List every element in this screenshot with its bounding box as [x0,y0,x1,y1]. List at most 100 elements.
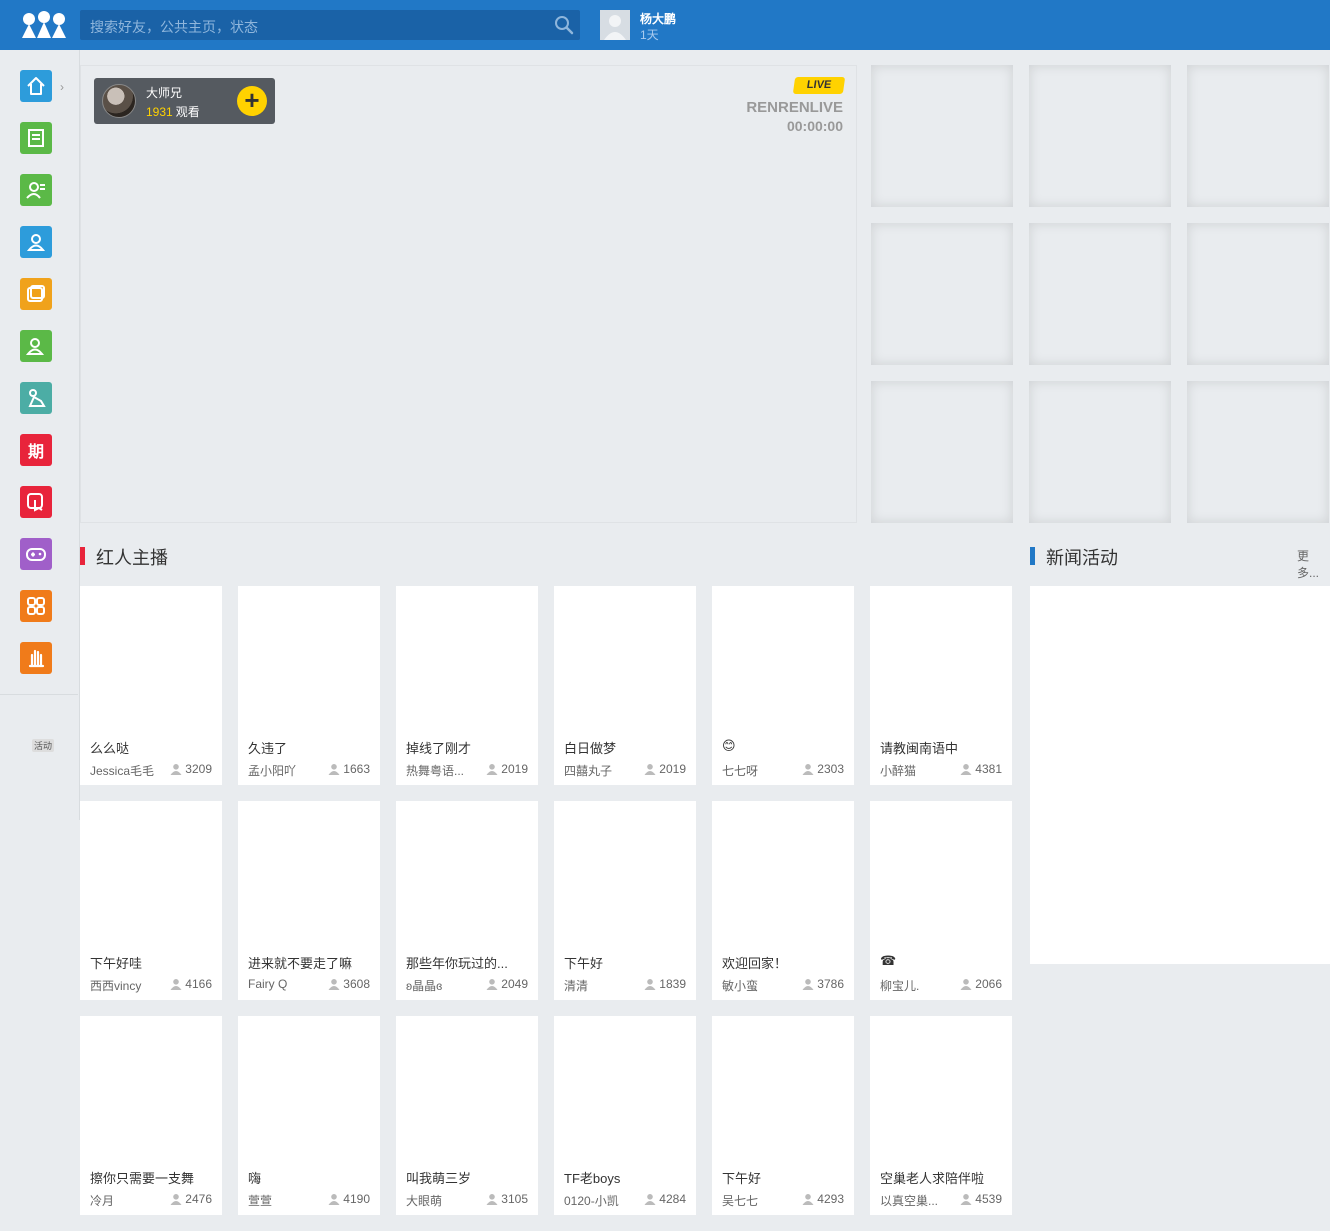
stream-thumbnail[interactable] [871,381,1013,523]
host-name: 大师兄 [146,86,183,100]
card-anchor-name[interactable]: 吴七七 [722,1192,792,1209]
sidebar-item-gamepad[interactable] [20,538,52,570]
anchor-card[interactable]: 下午好 清清 1839 [554,801,696,1000]
viewer-count-value: 4190 [343,1192,370,1206]
user-name[interactable]: 杨大鹏 [640,10,676,27]
sidebar-item-hand[interactable] [20,642,52,674]
stream-thumbnail[interactable] [1029,381,1171,523]
sidebar-item-photo[interactable] [20,278,52,310]
live-video-stage[interactable]: 大师兄 1931 观看 + LIVE RENRENLIVE 00:00:00 [80,65,857,523]
person-icon [170,1193,185,1205]
profile-icon [25,231,47,253]
anchor-card[interactable]: 叫我萌三岁 大眼萌 3105 [396,1016,538,1215]
renren-logo[interactable] [20,10,68,40]
card-anchor-name[interactable]: 西西vincy [90,977,160,994]
card-viewer-count: 2066 [960,977,1002,991]
anchor-card[interactable]: 擦你只需要一支舞 冷月 2476 [80,1016,222,1215]
viewer-count-value: 2019 [501,762,528,776]
notes-icon [25,127,47,149]
card-anchor-name[interactable]: 0120-小凯 [564,1192,634,1209]
anchor-card[interactable]: 么么哒 Jessica毛毛 3209 [80,586,222,785]
card-title: 😊 [722,738,736,753]
anchor-card[interactable]: 嗨萱萱 4190 [238,1016,380,1215]
anchor-card[interactable]: 请教闽南语中 小醉猫 4381 [870,586,1012,785]
anchor-card[interactable]: 空巢老人求陪伴啦 以真空巢... 4539 [870,1016,1012,1215]
user-avatar[interactable] [600,10,630,40]
anchor-card[interactable]: TF老boys 0120-小凯 4284 [554,1016,696,1215]
sidebar-item-apps[interactable] [20,590,52,622]
sidebar-item-home[interactable] [20,70,52,102]
news-section-title: 新闻活动 [1046,548,1118,568]
card-anchor-name[interactable]: Fairy Q [248,977,318,991]
stream-thumbnail[interactable] [1187,223,1329,365]
card-viewer-count: 4539 [960,1192,1002,1206]
card-anchor-name[interactable]: 清清 [564,977,634,994]
host-card[interactable]: 大师兄 1931 观看 + [94,78,275,124]
host-avatar[interactable] [102,84,136,118]
search-icon[interactable] [554,15,574,35]
gift-icon [25,387,47,409]
anchor-card[interactable]: 掉线了刚才 热舞粤语... 2019 [396,586,538,785]
card-anchor-name[interactable]: 小醉猫 [880,762,950,779]
sidebar-item-gift[interactable] [20,382,52,414]
card-anchor-name[interactable]: ʚ晶晶ɞ [406,977,476,994]
follow-plus-button[interactable]: + [237,86,267,116]
anchor-card[interactable]: 久违了孟小阳吖 1663 [238,586,380,785]
card-anchor-name[interactable]: 敏小蛮 [722,977,792,994]
hand-icon [25,647,47,669]
person-icon [802,763,817,775]
stream-thumbnail[interactable] [871,65,1013,207]
card-viewer-count: 4166 [170,977,212,991]
card-anchor-name[interactable]: 大眼萌 [406,1192,476,1209]
viewer-suffix: 观看 [175,105,200,119]
card-title: 下午好 [722,1171,762,1186]
stream-thumbnail[interactable] [1187,381,1329,523]
sidebar-item-contacts[interactable] [20,174,52,206]
stream-thumbnail[interactable] [1187,65,1329,207]
card-anchor-name[interactable]: 四囍丸子 [564,762,634,779]
sidebar-item-notes[interactable] [20,122,52,154]
card-viewer-count: 3105 [486,1192,528,1206]
anchor-card[interactable]: 下午好 吴七七 4293 [712,1016,854,1215]
anchor-card[interactable]: 进来就不要走了嘛 Fairy Q 3608 [238,801,380,1000]
card-anchor-name[interactable]: Jessica毛毛 [90,762,160,779]
card-anchor-name[interactable]: 柳宝儿. [880,977,950,994]
stream-thumbnail[interactable] [1029,65,1171,207]
card-title: 久违了 [248,741,288,756]
card-anchor-name[interactable]: 七七呀 [722,762,792,779]
card-anchor-name[interactable]: 冷月 [90,1192,160,1209]
anchor-card[interactable]: 那些年你玩过的... ʚ晶晶ɞ 2049 [396,801,538,1000]
sidebar-item-touch[interactable] [20,486,52,518]
viewer-count-value: 3608 [343,977,370,991]
stream-thumbnail[interactable] [871,223,1013,365]
card-viewer-count: 1663 [328,762,370,776]
stream-thumbnail[interactable] [1029,223,1171,365]
apps-icon [25,595,47,617]
news-more-link[interactable]: 更多... [1297,547,1330,581]
anchor-card[interactable]: ☎ 柳宝儿. 2066 [870,801,1012,1000]
card-title: 擦你只需要一支舞 [90,1171,195,1186]
card-anchor-name[interactable]: 孟小阳吖 [248,762,318,779]
card-title: 进来就不要走了嘛 [248,956,353,971]
anchor-card[interactable]: 下午好哇 西西vincy 4166 [80,801,222,1000]
card-anchor-name[interactable]: 以真空巢... [880,1192,950,1209]
anchor-card[interactable]: 白日做梦 四囍丸子 2019 [554,586,696,785]
card-anchor-name[interactable]: 热舞粤语... [406,762,476,779]
sidebar-item-issue[interactable]: 期 [20,434,52,466]
person-icon [802,1193,817,1205]
sidebar-item-profile[interactable] [20,226,52,258]
card-anchor-name[interactable]: 萱萱 [248,1192,318,1209]
sidebar-activity-label[interactable]: 活动 [32,739,55,752]
sidebar-expand-arrow-icon[interactable]: › [60,80,64,94]
person-icon [960,763,975,775]
viewer-count-value: 4284 [659,1192,686,1206]
viewer-count-value: 3105 [501,1192,528,1206]
viewer-count-value: 2066 [975,977,1002,991]
sidebar-item-friends[interactable] [20,330,52,362]
anchor-card[interactable]: 😊 七七呀 2303 [712,586,854,785]
search-input[interactable]: 搜索好友，公共主页，状态 [80,10,580,40]
card-title: ☎ [880,953,897,968]
anchor-card[interactable]: 欢迎回家！ 敏小蛮 3786 [712,801,854,1000]
person-icon [328,978,343,990]
viewer-count-value: 2303 [817,762,844,776]
